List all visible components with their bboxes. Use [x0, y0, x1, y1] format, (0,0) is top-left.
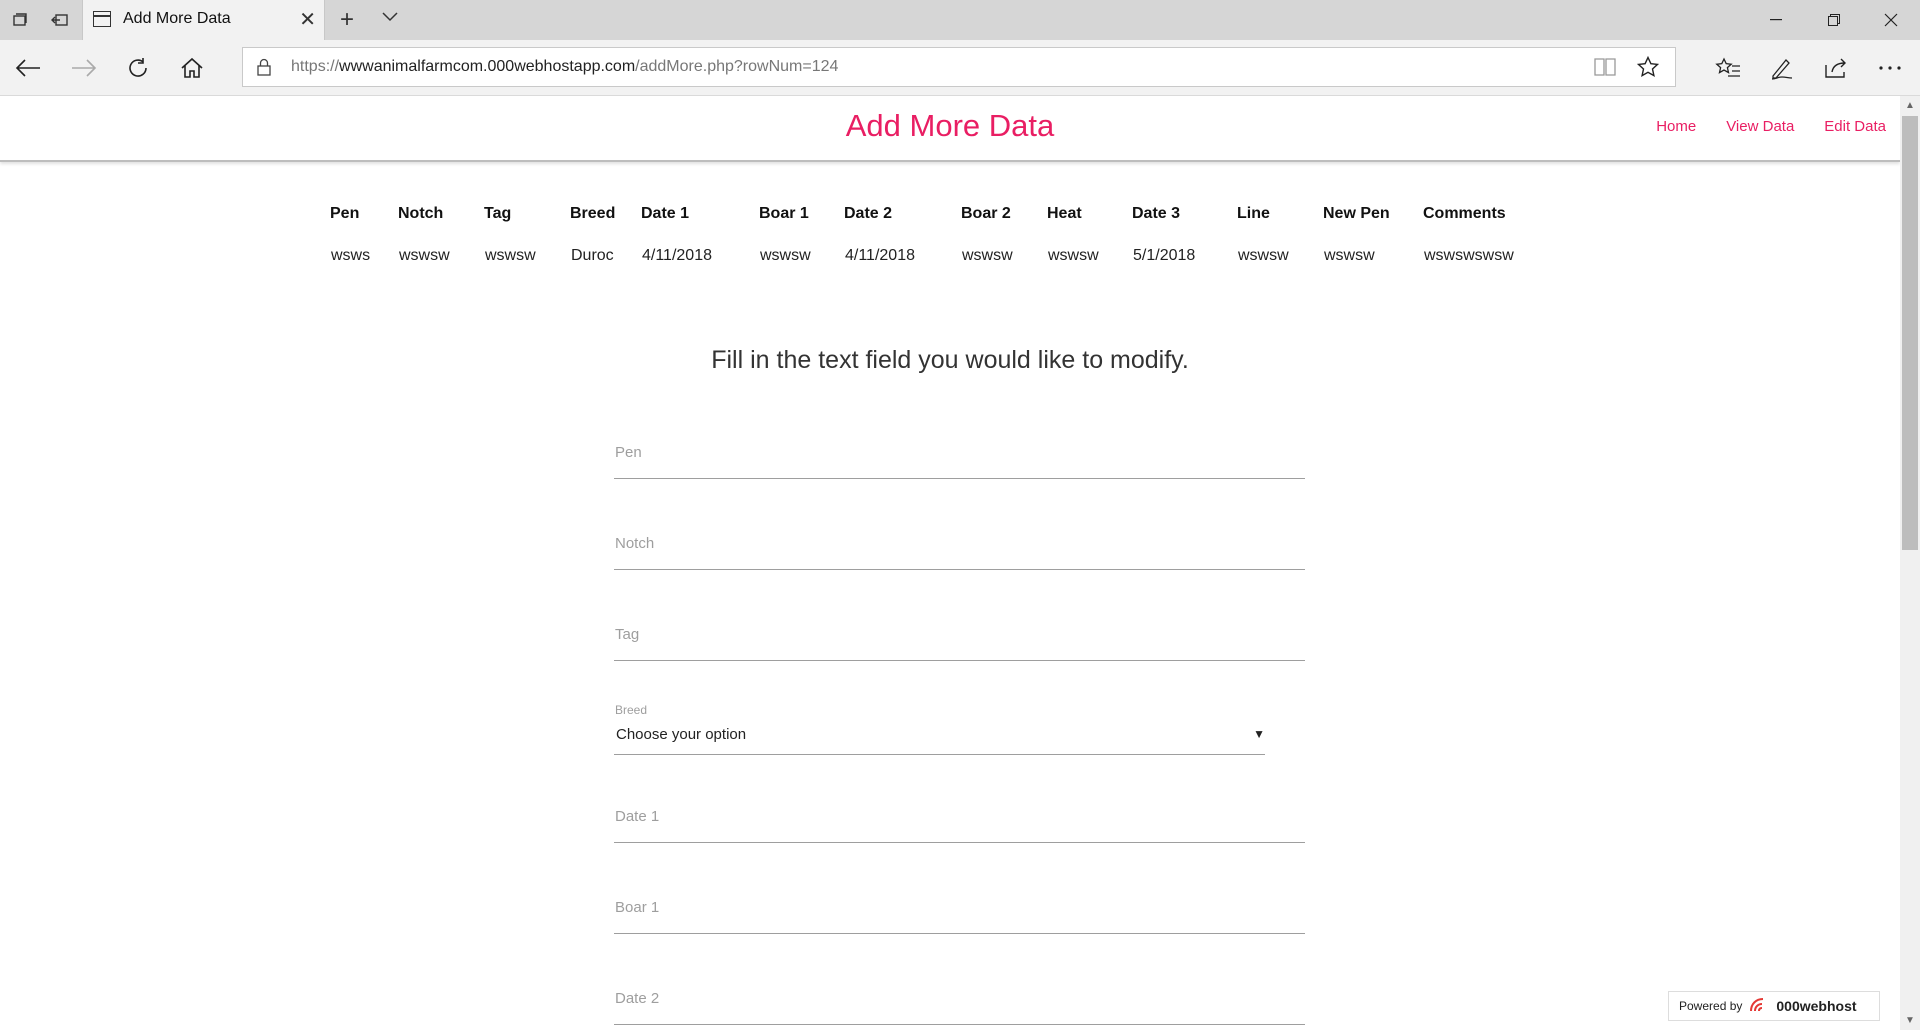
chevron-down-icon[interactable]	[382, 9, 398, 27]
restore-icon[interactable]	[1805, 0, 1863, 40]
pen-notes-icon[interactable]	[1754, 40, 1810, 96]
scroll-down-icon[interactable]: ▼	[1905, 1015, 1915, 1026]
table-row: wsws wswsw wswsw Duroc 4/11/2018 wswsw 4…	[330, 229, 1543, 283]
web-page: Add More Data Home View Data Edit Data P…	[0, 96, 1900, 1030]
table-cell: wswsw	[1324, 247, 1375, 264]
url-text: https://wwwanimalfarmcom.000webhostapp.c…	[291, 58, 839, 75]
breed-select[interactable]: Choose your option ▼	[614, 720, 1265, 755]
page-icon	[93, 11, 111, 27]
scrollbar-thumb[interactable]	[1902, 116, 1918, 550]
webhost-brand: 000webhost	[1776, 998, 1857, 1014]
browser-nav-bar: https://wwwanimalfarmcom.000webhostapp.c…	[0, 40, 1920, 96]
table-cell: wswsw	[962, 247, 1013, 264]
scroll-up-icon[interactable]: ▲	[1905, 100, 1915, 111]
powered-by-badge[interactable]: Powered by 000webhost	[1668, 991, 1880, 1021]
tag-field[interactable]: Tag	[614, 620, 1305, 661]
home-icon[interactable]	[164, 40, 220, 96]
column-header: Breed	[570, 205, 616, 222]
table-cell: wswsw	[760, 247, 811, 264]
record-table: Pen Notch Tag Breed Date 1 Boar 1 Date 2…	[330, 199, 1543, 283]
close-tab-icon[interactable]: ✕	[299, 7, 316, 32]
breed-label: Breed	[615, 703, 648, 717]
forward-icon[interactable]	[56, 40, 112, 96]
page-title: Add More Data	[845, 108, 1055, 143]
webhost-logo-icon	[1748, 996, 1770, 1017]
column-header: Date 2	[844, 205, 893, 222]
address-bar[interactable]: https://wwwanimalfarmcom.000webhostapp.c…	[242, 47, 1676, 87]
column-header: Tag	[484, 205, 512, 222]
column-header: Date 3	[1132, 205, 1181, 222]
active-tab[interactable]: Add More Data ✕	[82, 0, 325, 40]
reading-view-icon[interactable]	[1593, 57, 1617, 82]
notch-placeholder: Notch	[615, 535, 655, 552]
new-tab-icon[interactable]: +	[340, 6, 354, 34]
notch-field[interactable]: Notch	[614, 529, 1305, 570]
nav-link-view-data[interactable]: View Data	[1726, 118, 1794, 135]
column-header: Line	[1237, 205, 1270, 222]
boar1-placeholder: Boar 1	[615, 899, 660, 916]
table-cell: wswswswsw	[1424, 247, 1514, 264]
minimize-icon[interactable]	[1747, 0, 1805, 40]
boar1-field[interactable]: Boar 1	[614, 893, 1305, 934]
browser-tab-bar: Add More Data ✕ +	[0, 0, 1920, 40]
date1-placeholder: Date 1	[615, 808, 660, 825]
column-header: Pen	[330, 205, 360, 222]
instructions-text: Fill in the text field you would like to…	[711, 346, 1189, 374]
tag-placeholder: Tag	[615, 626, 640, 643]
tab-title: Add More Data	[123, 10, 231, 27]
table-cell: Duroc	[571, 247, 614, 264]
table-cell: 4/11/2018	[845, 247, 915, 264]
site-nav: Home View Data Edit Data	[1656, 118, 1886, 135]
table-cell: wswsw	[485, 247, 536, 264]
column-header: Notch	[398, 205, 444, 222]
column-header: New Pen	[1323, 205, 1390, 222]
set-aside-tabs-icon[interactable]	[40, 0, 80, 40]
table-cell: 5/1/2018	[1133, 247, 1196, 264]
refresh-icon[interactable]	[110, 40, 166, 96]
column-header: Boar 2	[961, 205, 1011, 222]
favorites-hub-icon[interactable]	[1700, 40, 1756, 96]
powered-by-text: Powered by	[1679, 999, 1743, 1013]
column-header: Date 1	[641, 205, 690, 222]
back-icon[interactable]	[0, 40, 56, 96]
table-cell: wswsw	[399, 247, 450, 264]
favorite-star-icon[interactable]	[1636, 55, 1660, 83]
page-scrollbar[interactable]: ▲ ▼	[1900, 96, 1920, 1030]
table-cell: wswsw	[1238, 247, 1289, 264]
breed-selected-value: Choose your option	[616, 726, 747, 743]
share-icon[interactable]	[1808, 40, 1864, 96]
tab-manager-icon[interactable]	[0, 0, 40, 40]
column-header: Comments	[1423, 205, 1506, 222]
table-cell: wswsw	[1048, 247, 1099, 264]
date2-placeholder: Date 2	[615, 990, 660, 1007]
nav-link-home[interactable]: Home	[1656, 118, 1696, 135]
table-header-row: Pen Notch Tag Breed Date 1 Boar 1 Date 2…	[330, 199, 1543, 229]
date2-field[interactable]: Date 2	[614, 984, 1305, 1025]
column-header: Heat	[1047, 205, 1082, 222]
more-icon[interactable]	[1862, 40, 1918, 96]
column-header: Boar 1	[759, 205, 809, 222]
table-cell: wsws	[331, 247, 371, 264]
pen-field[interactable]: Pen	[614, 438, 1305, 479]
pen-placeholder: Pen	[615, 444, 642, 461]
dropdown-caret-icon: ▼	[1253, 727, 1265, 741]
close-window-icon[interactable]	[1862, 0, 1920, 40]
date1-field[interactable]: Date 1	[614, 802, 1305, 843]
table-cell: 4/11/2018	[642, 247, 712, 264]
lock-icon	[257, 58, 271, 81]
site-header: Add More Data Home View Data Edit Data	[0, 96, 1900, 162]
nav-link-edit-data[interactable]: Edit Data	[1824, 118, 1886, 135]
